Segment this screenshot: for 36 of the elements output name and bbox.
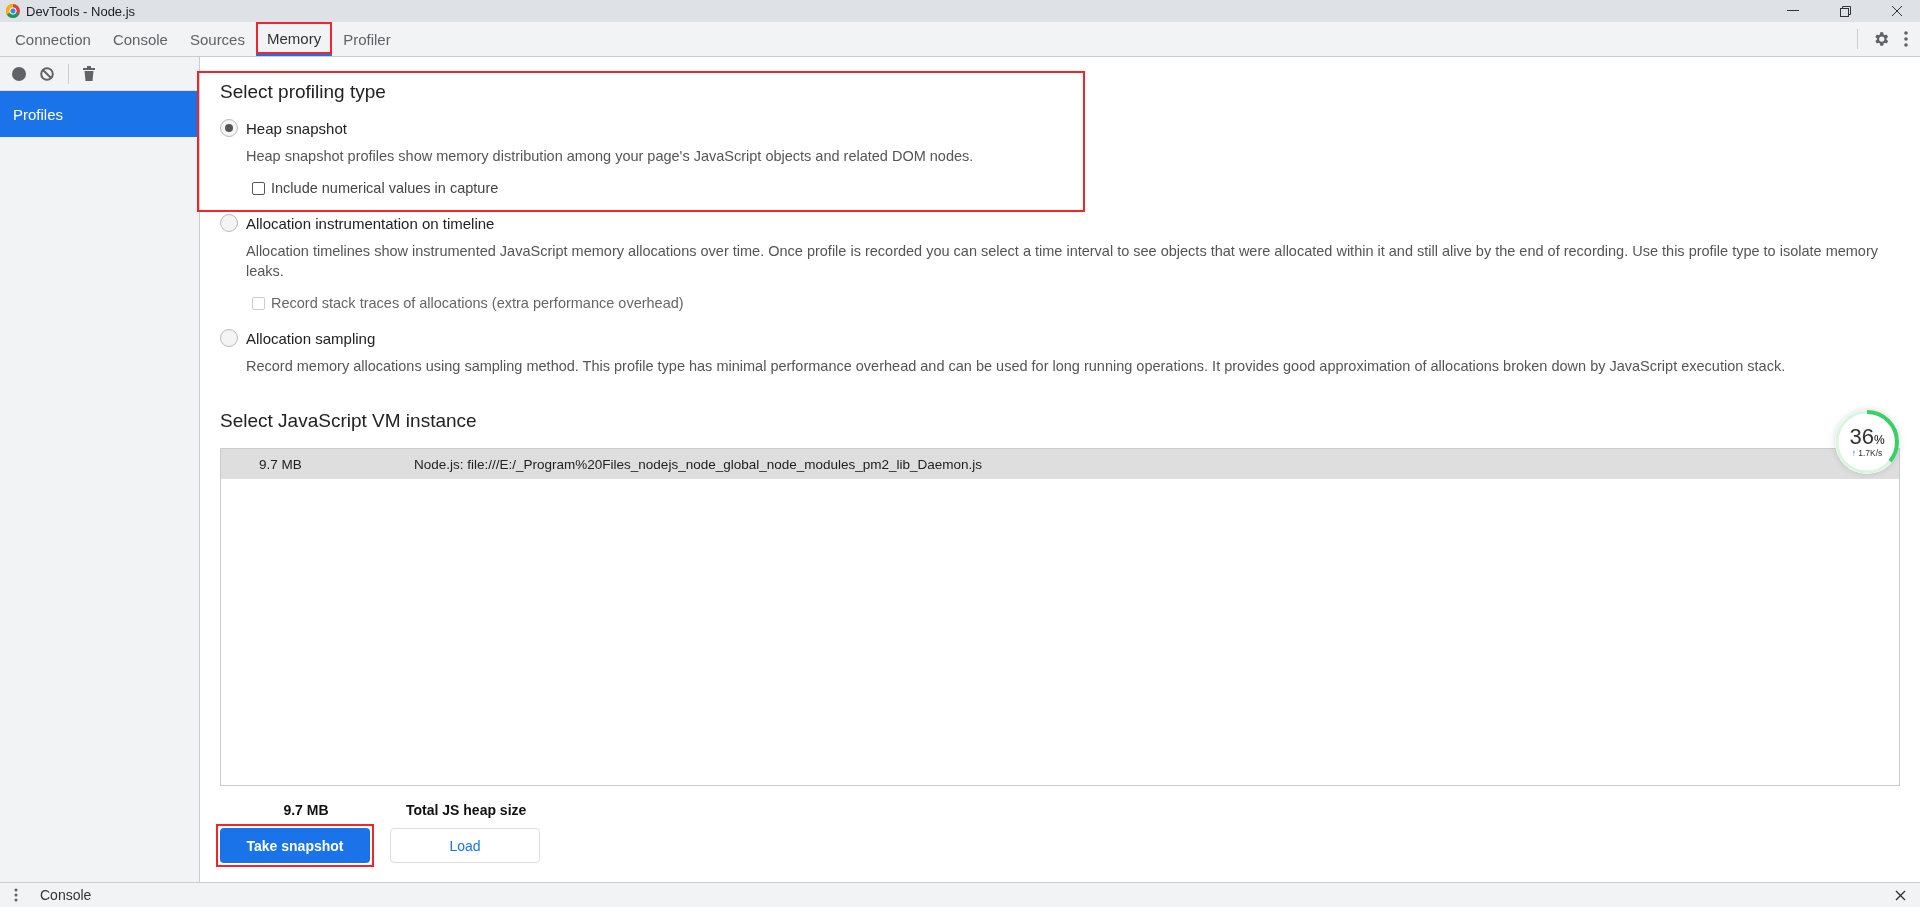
memory-meter-ring (1834, 409, 1900, 475)
radio-button[interactable] (220, 329, 238, 347)
section-heading: Select JavaScript VM instance (220, 410, 478, 432)
more-menu-icon[interactable] (1904, 31, 1908, 47)
tab[interactable]: Memory (255, 22, 333, 56)
table-cell-text: 9.7 MB (258, 456, 303, 472)
button[interactable]: Load (390, 828, 540, 863)
close-icon[interactable] (1895, 889, 1906, 901)
window-title: DevTools - Node.js (26, 3, 137, 19)
radio-button[interactable] (220, 214, 238, 232)
section-heading: Select profiling type (220, 81, 387, 103)
chrome-logo-icon (6, 4, 20, 18)
heap-size-label: Total JS heap size (406, 802, 527, 818)
option-description: Allocation timelines show instrumented JavaScript memory allocations over time. Once profile is recorded you can select a time interval to see objects that were allocated within it and still alive by the end of recording. Use this profile type to isolate memory leaks. (246, 242, 1879, 281)
tab[interactable]: Profiler (332, 22, 402, 56)
radio-label[interactable]: Heap snapshot (246, 119, 347, 137)
meter-speed: ↑ 1.7K/s (1851, 448, 1883, 458)
button[interactable]: Take snapshot (220, 828, 370, 863)
heap-size-value: 9.7 MB (282, 802, 330, 818)
meter-percent: 36% (1849, 426, 1885, 448)
trash-icon[interactable] (83, 66, 95, 81)
clear-icon[interactable] (40, 66, 54, 81)
radio-label[interactable]: Allocation sampling (246, 329, 376, 347)
more-menu-icon[interactable] (14, 888, 18, 902)
tab[interactable]: Console (101, 22, 179, 56)
sidebar-item[interactable]: Profiles (0, 91, 199, 137)
checkbox-label[interactable]: Include numerical values in capture (271, 180, 499, 196)
tab[interactable]: Sources (178, 22, 256, 56)
tab[interactable]: Connection (4, 22, 102, 56)
option-description: Heap snapshot profiles show memory distribution among your page's JavaScript objects and related DOM nodes. (246, 147, 975, 166)
option-description: Record memory allocations using sampling method. This profile type has minimal performance overhead and can be used for long running operations. It provides good approximation of allocations broken down by JavaScript execution stack. (246, 357, 1787, 376)
radio-label[interactable]: Allocation instrumentation on timeline (246, 214, 495, 232)
record-icon[interactable] (12, 66, 26, 81)
radio-button[interactable] (220, 119, 238, 137)
checkbox[interactable] (252, 181, 265, 195)
table-cell: Node.js: file:///E:/_Program%20Files_nodejs_node_global_node_modules_pm2_lib_Daemon.js (414, 456, 983, 472)
